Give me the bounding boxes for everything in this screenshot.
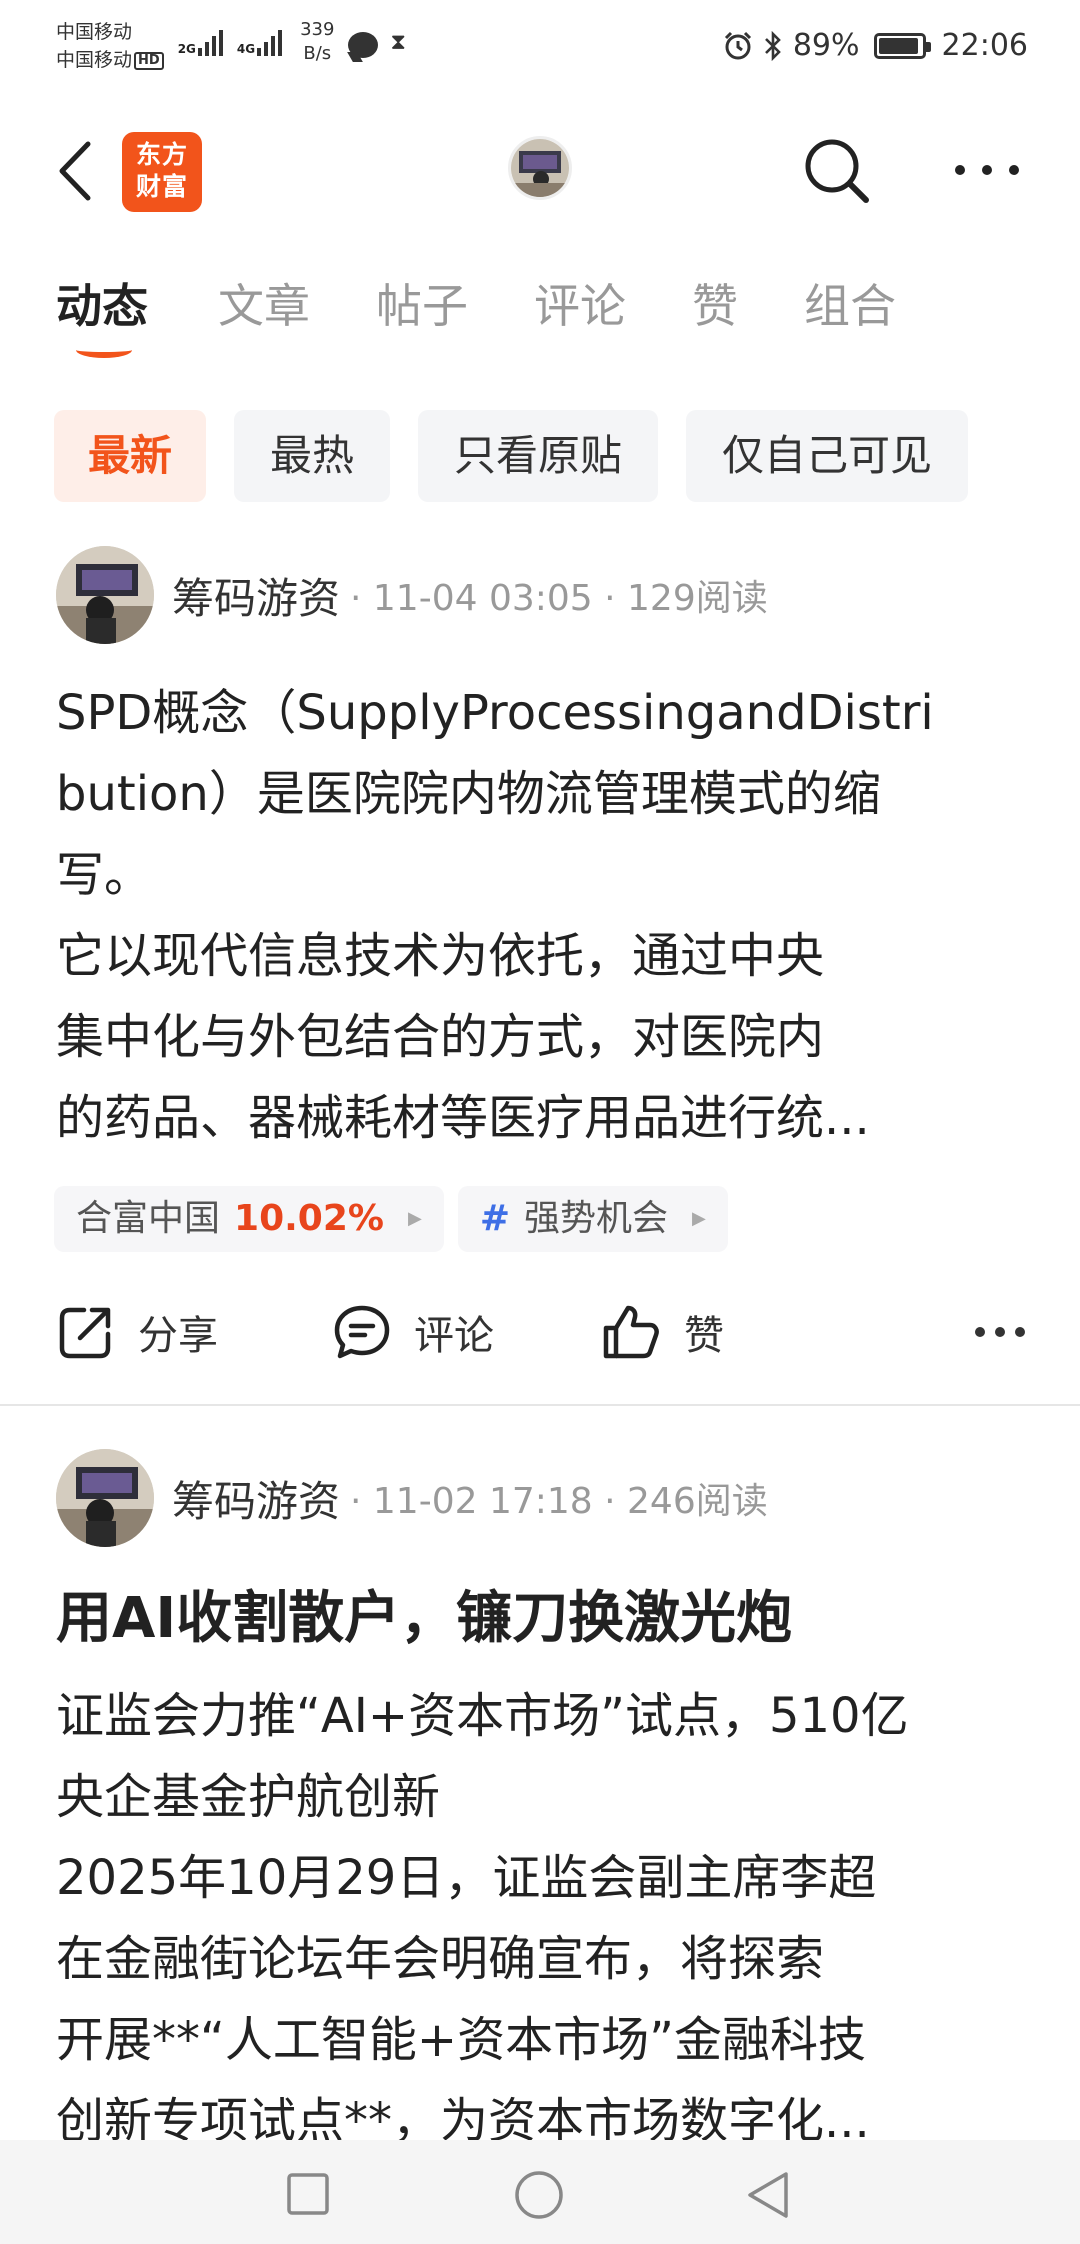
tab-dynamics[interactable]: 动态 [56,276,148,358]
carrier-info: 中国移动 中国移动 HD [56,18,164,74]
topic-name: 强势机会 [523,1198,668,1239]
bluetooth-icon [764,30,781,61]
alarm-icon [724,31,751,59]
network-type-2: 4G [236,42,256,56]
hash-icon: # [479,1198,510,1239]
post-line: 2025年10月29日，证监会副主席李超 [56,1850,877,1906]
tab-posts[interactable]: 帖子 [376,276,468,336]
more-options-icon[interactable] [974,1325,1026,1339]
system-nav-bar [0,2140,1080,2244]
comment-button[interactable]: 评论 [332,1295,494,1369]
topic-tag[interactable]: # 强势机会 ▶ [457,1186,728,1252]
post-line: 写。 [56,847,153,903]
thumbs-up-icon [603,1305,659,1359]
more-icon[interactable] [952,158,1022,182]
post-2-body[interactable]: 证监会力推“AI+资本市场”试点，510亿 央企基金护航创新 2025年10月2… [56,1676,1026,2162]
post-line: bution）是医院院内物流管理模式的缩 [56,766,881,822]
stock-name: 合富中国 [76,1198,221,1239]
app-logo[interactable]: 东方 财富 [122,132,202,212]
filter-private[interactable]: 仅自己可见 [686,410,969,502]
top-header: 东方 财富 [0,120,1080,220]
circle-home-icon[interactable] [514,2170,564,2220]
carrier-1: 中国移动 [56,21,133,43]
carrier-2: 中国移动 [56,49,133,71]
search-icon[interactable] [800,134,872,206]
filter-chips: 最新 最热 只看原贴 仅自己可见 [54,410,969,502]
play-arrow-icon: ▶ [407,1208,422,1229]
play-arrow-icon: ▶ [692,1208,706,1229]
post-2-title[interactable]: 用AI收割散户，镰刀换激光炮 [56,1579,792,1659]
filter-latest[interactable]: 最新 [54,410,207,502]
author-name[interactable]: 筹码游资 [172,565,340,626]
post-line: 证监会力推“AI+资本市场”试点，510亿 [56,1688,909,1744]
stock-change: 10.02% [234,1198,384,1239]
post-1-actions: 分享 评论 赞 [56,1295,1026,1369]
comment-label: 评论 [414,1313,494,1359]
post-1-tags: 合富中国 10.02% ▶ # 强势机会 ▶ [54,1186,728,1252]
post-line: 集中化与外包结合的方式，对医院内 [56,1009,825,1065]
share-icon [59,1307,111,1359]
network-speed: 339 B/s [300,18,334,66]
filter-hottest[interactable]: 最热 [234,410,391,502]
back-arrow-icon[interactable] [52,138,102,204]
post-line: 的药品、器械耗材等医疗用品进行统... [56,1090,870,1146]
like-button[interactable]: 赞 [600,1295,724,1369]
clock-time: 22:06 [941,28,1028,63]
battery-percent: 89% [792,28,860,63]
logo-line-2: 财富 [135,172,188,201]
status-bar: 中国移动 中国移动 HD 2G 4G 339 B/s ⧗ 89% 22:06 [0,0,1080,100]
post-2-header: 筹码游资 · 11-02 17:18 · 246阅读 [56,1449,768,1547]
chat-bubble-icon [348,32,379,58]
comment-icon [334,1305,390,1359]
signal-icon: 2G [178,26,223,56]
like-label: 赞 [684,1313,724,1359]
post-1-header: 筹码游资 · 11-04 03:05 · 129阅读 [56,546,768,644]
post-line: 央企基金护航创新 [56,1769,441,1825]
speed-value: 339 [300,19,335,40]
speed-unit: B/s [303,43,332,64]
battery-icon [873,32,931,59]
tab-articles[interactable]: 文章 [218,276,310,336]
filter-original-only[interactable]: 只看原贴 [418,410,659,502]
author-avatar[interactable] [56,546,154,644]
profile-avatar[interactable] [508,136,572,200]
post-line: 在金融街论坛年会明确宣布，将探索 [56,1931,825,1987]
post-divider [0,1404,1080,1406]
author-avatar[interactable] [56,1449,154,1547]
square-recents-icon[interactable] [286,2172,330,2216]
hourglass-icon: ⧗ [390,30,406,55]
signal-icon-2: 4G [236,26,283,56]
logo-line-1: 东方 [135,140,188,169]
tab-likes[interactable]: 赞 [692,276,738,336]
post-line: SPD概念（SupplyProcessingandDistri [56,685,934,741]
network-type-1: 2G [177,42,196,56]
stock-tag[interactable]: 合富中国 10.02% ▶ [54,1186,444,1252]
post-meta: · 11-04 03:05 · 129阅读 [350,578,768,619]
profile-tabs: 动态 文章 帖子 评论 赞 组合 [56,276,962,358]
tab-comments[interactable]: 评论 [534,276,626,336]
post-meta: · 11-02 17:18 · 246阅读 [350,1481,768,1522]
hd-badge: HD [134,51,164,70]
post-line: 它以现代信息技术为依托，通过中央 [56,928,825,984]
tab-portfolio[interactable]: 组合 [804,276,896,336]
post-line: 开展**“人工智能+资本市场”金融科技 [56,2012,866,2068]
share-button[interactable]: 分享 [56,1295,218,1369]
author-name[interactable]: 筹码游资 [172,1468,340,1529]
post-1-body[interactable]: SPD概念（SupplyProcessingandDistri bution）是… [56,673,1026,1159]
triangle-back-icon[interactable] [746,2170,790,2220]
share-label: 分享 [138,1313,218,1359]
